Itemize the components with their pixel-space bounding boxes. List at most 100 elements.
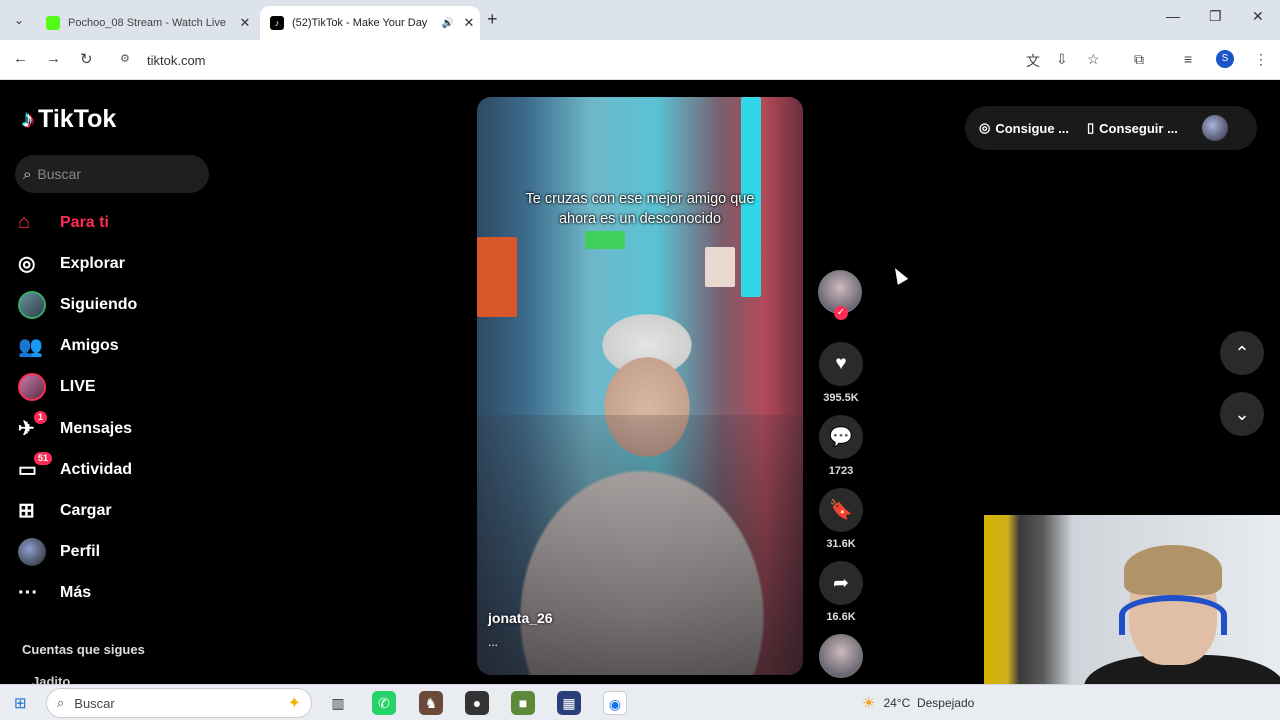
tab-title: (52)TikTok - Make Your Day (292, 17, 428, 29)
get-coins-label: Consigue ... (995, 120, 1070, 136)
tiktok-logo[interactable]: ♪ TikTok (22, 105, 116, 134)
get-coins-button[interactable]: ◎ Consigue ... (979, 120, 1069, 136)
kebab-menu-icon[interactable]: ⋮ (1254, 51, 1268, 68)
weather-widget[interactable]: ☀ 24°C Despejado (862, 694, 974, 712)
copilot-sparkle-icon: ✦ (287, 695, 301, 712)
bookmark-icon: 🔖 (819, 488, 863, 532)
minecraft-icon[interactable]: ■ (511, 691, 535, 715)
close-tab-icon[interactable]: ✕ (458, 15, 480, 31)
url-text: tiktok.com (147, 53, 206, 68)
sidebar-item-label: Más (60, 584, 92, 602)
close-tab-icon[interactable]: ✕ (234, 15, 256, 31)
get-app-button[interactable]: ▯ Conseguir ... (1087, 120, 1178, 136)
headphones-icon (1119, 595, 1227, 635)
close-window-icon[interactable]: ✕ (1252, 8, 1264, 25)
sidebar-item-label: Para ti (60, 213, 109, 231)
browser-tabbar: ⌄ Pochoo_08 Stream - Watch Live ✕ ♪ (52)… (0, 0, 1280, 40)
comment-icon: 💬 (819, 415, 863, 459)
sidebar-item-label: Amigos (60, 337, 119, 355)
reload-icon[interactable]: ↻ (80, 50, 93, 68)
sidebar-item-para-ti[interactable]: ⌂ Para ti (18, 202, 137, 243)
sidebar-item-live[interactable]: LIVE (18, 367, 137, 408)
sidebar-item-cargar[interactable]: ⊞ Cargar (18, 490, 137, 531)
whatsapp-icon[interactable]: ✆ (372, 691, 396, 715)
recorder-app-icon[interactable]: ● (465, 691, 489, 715)
media-control-icon[interactable]: ≡ (1184, 51, 1192, 67)
video-actions: ✓ ♥ 395.5K 💬 1723 🔖 31.6K ➦ 16.6K (818, 270, 864, 623)
weather-sun-icon: ☀ (862, 695, 876, 712)
previous-video-button[interactable]: ⌃ (1220, 331, 1264, 375)
neon-sign (585, 231, 625, 249)
following-accounts-title: Cuentas que sigues (22, 642, 145, 657)
video-description[interactable]: ... (488, 635, 498, 649)
caption-line: Te cruzas con ese mejor amigo que (525, 191, 755, 207)
search-input[interactable]: ⌕ Buscar (15, 155, 209, 193)
kick-favicon-icon (46, 16, 60, 30)
follow-plus-icon[interactable]: ✓ (834, 306, 848, 320)
next-video-button[interactable]: ⌄ (1220, 392, 1264, 436)
sidebar-item-explorar[interactable]: ◎ Explorar (18, 243, 137, 284)
sidebar-item-amigos[interactable]: 👥 Amigos (18, 326, 137, 367)
next-creator-avatar[interactable] (819, 634, 863, 678)
chevron-down-icon: ⌄ (1234, 403, 1250, 424)
minimize-icon[interactable]: — (1166, 8, 1180, 24)
following-account-item[interactable]: Jadito (32, 674, 70, 684)
comment-button[interactable]: 💬 1723 (818, 415, 864, 477)
user-avatar[interactable] (1201, 115, 1228, 141)
like-count: 395.5K (823, 392, 859, 404)
share-arrow-icon: ➦ (819, 561, 863, 605)
back-icon[interactable]: ← (13, 50, 28, 67)
phone-icon: ▯ (1087, 120, 1095, 135)
messages-badge: 1 (34, 410, 48, 424)
tab-title: Pochoo_08 Stream - Watch Live (68, 17, 226, 29)
more-icon: ··· (18, 581, 38, 604)
bookmark-star-icon[interactable]: ☆ (1087, 51, 1100, 68)
video-username[interactable]: jonata_26 (488, 610, 553, 626)
activity-badge: 51 (34, 451, 53, 465)
tab-kick-stream[interactable]: Pochoo_08 Stream - Watch Live ✕ (36, 6, 256, 40)
sidebar-item-label: Mensajes (60, 419, 133, 437)
friends-icon: 👥 (18, 335, 43, 358)
profile-avatar[interactable]: S (1216, 50, 1234, 68)
share-count: 16.6K (826, 611, 856, 623)
creator-avatar[interactable]: ✓ (818, 270, 864, 320)
tab-search-chevron-icon[interactable]: ⌄ (8, 9, 30, 31)
save-button[interactable]: 🔖 31.6K (818, 488, 864, 550)
game-app-icon[interactable]: ♞ (419, 691, 443, 715)
forward-icon[interactable]: → (46, 50, 61, 67)
search-placeholder: Buscar (37, 166, 81, 182)
upload-icon: ⊞ (18, 500, 35, 523)
sidebar-item-mas[interactable]: ··· Más (18, 573, 137, 614)
extensions-icon[interactable]: ⧉ (1134, 51, 1144, 68)
caption-line: ahora es un desconocido (558, 211, 722, 227)
search-icon: ⌕ (23, 165, 32, 183)
sidebar-item-siguiendo[interactable]: Siguiendo (18, 284, 137, 325)
video-caption: Te cruzas con ese mejor amigo que ahora … (477, 189, 803, 229)
coin-icon: ◎ (979, 120, 991, 135)
windows-start-icon[interactable]: ⊞ (14, 694, 27, 712)
home-icon: ⌂ (18, 211, 31, 234)
sidebar-item-mensajes[interactable]: ✈ 1 Mensajes (18, 408, 137, 449)
video-player[interactable]: Te cruzas con ese mejor amigo que ahora … (477, 97, 803, 675)
save-count: 31.6K (826, 538, 856, 550)
site-settings-icon[interactable]: ⚙ (120, 52, 130, 65)
sidebar-item-label: Perfil (60, 543, 101, 561)
comment-count: 1723 (828, 465, 854, 477)
share-button[interactable]: ➦ 16.6K (818, 561, 864, 623)
sidebar-item-perfil[interactable]: Perfil (18, 532, 137, 573)
chrome-icon[interactable]: ◉ (603, 691, 627, 715)
new-tab-button[interactable]: + (487, 9, 498, 30)
install-app-icon[interactable]: ⇩ (1056, 51, 1068, 68)
like-button[interactable]: ♥ 395.5K (818, 342, 864, 404)
taskbar-search-placeholder: Buscar (74, 695, 115, 711)
task-view-icon[interactable]: ▥ (326, 691, 350, 715)
taskbar-search-input[interactable]: ⌕ Buscar ✦ (46, 688, 312, 718)
sidebar-item-actividad[interactable]: ▭ 51 Actividad (18, 449, 137, 490)
restore-icon[interactable]: ❐ (1209, 8, 1222, 25)
windows-taskbar: ⊞ ⌕ Buscar ✦ ▥ ✆ ♞ ● ■ ▦ ◉ ☀ 24°C Despej… (0, 684, 1280, 720)
translate-icon[interactable]: 文 (1026, 51, 1040, 71)
temperature: 24°C (883, 696, 911, 710)
store-app-icon[interactable]: ▦ (557, 691, 581, 715)
tab-tiktok[interactable]: ♪ (52)TikTok - Make Your Day 🔊 ✕ (260, 6, 480, 40)
speaker-icon[interactable]: 🔊 (442, 18, 454, 29)
